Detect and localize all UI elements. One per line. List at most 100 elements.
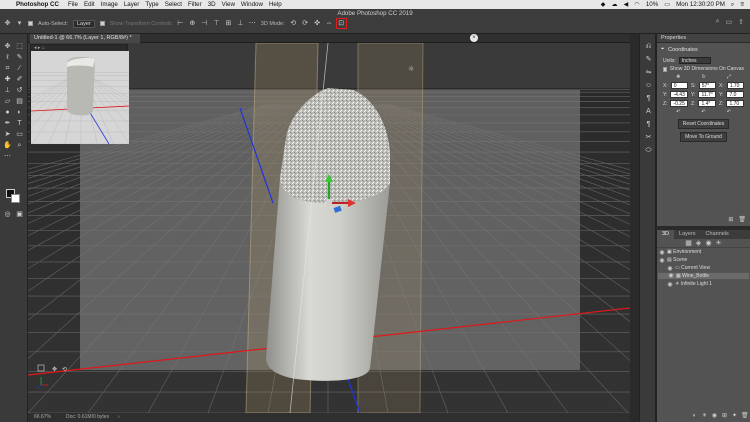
move-to-ground-button[interactable]: Move To Ground	[680, 132, 727, 142]
canvas-area[interactable]: ✥ ⟲ ☼ ◂ ▸ ⌂	[28, 43, 630, 413]
menu-edit[interactable]: Edit	[84, 1, 101, 8]
rot-y-input[interactable]: 11.7°	[698, 91, 716, 98]
tab-layers[interactable]: Layers	[674, 230, 701, 239]
edit-toolbar-icon[interactable]: ⋯	[3, 152, 12, 161]
hand-tool-icon[interactable]: ✋	[3, 141, 12, 150]
align-middle-icon[interactable]: ⊞	[225, 20, 232, 27]
dodge-tool-icon[interactable]: ◐	[15, 108, 24, 117]
background-color-swatch[interactable]	[11, 194, 20, 203]
workspace-icon[interactable]: ▭	[726, 18, 733, 26]
align-right-icon[interactable]: ⊣	[201, 20, 208, 27]
search-icon[interactable]: ⌕	[716, 18, 720, 26]
tab-3d[interactable]: 3D	[657, 230, 675, 239]
clock[interactable]: Mon 12:30:20 PM	[676, 1, 725, 8]
scene-item-scene[interactable]: ◉ ▤ Scene	[657, 256, 750, 264]
marquee-tool-icon[interactable]: ⬚	[15, 42, 24, 51]
align-bottom-icon[interactable]: ⊥	[237, 20, 244, 27]
gradient-tool-icon[interactable]: ▤	[15, 97, 24, 106]
stamp-tool-icon[interactable]: ⊥	[3, 86, 12, 95]
scale-y-input[interactable]: 7.0	[726, 91, 744, 98]
add-light-icon[interactable]: ☀	[701, 413, 708, 420]
quick-mask-icon[interactable]: ◎	[3, 210, 12, 219]
character-icon[interactable]: A	[644, 107, 653, 116]
show3d-checkbox[interactable]	[663, 66, 667, 72]
pos-x-input[interactable]: 0	[670, 82, 688, 89]
filter-materials-icon[interactable]: ◉	[705, 240, 712, 247]
crop-tool-icon[interactable]: ⌗	[3, 64, 12, 73]
status-arrow-icon[interactable]: ›	[118, 413, 120, 422]
shape-tool-icon[interactable]: ▭	[15, 130, 24, 139]
zoom-tool-icon[interactable]: ⌕	[15, 141, 24, 150]
lasso-tool-icon[interactable]: ℓ	[3, 53, 12, 62]
rot-x-input[interactable]: 57°	[698, 82, 716, 89]
menu-file[interactable]: File	[68, 1, 84, 8]
material-icon[interactable]: ◉	[711, 413, 718, 420]
auto-select-dropdown[interactable]: Layer	[72, 19, 95, 28]
3d-materials-icon[interactable]: ⬭	[644, 146, 653, 155]
paragraph-icon[interactable]: ¶	[644, 94, 653, 103]
tab-channels[interactable]: Channels	[701, 230, 734, 239]
document-tab[interactable]: Untitled-1 @ 66.7% (Layer 1, RGB/8#) *	[30, 34, 140, 43]
reset-coordinates-button[interactable]: Reset Coordinates	[677, 119, 730, 129]
close-icon[interactable]: ×	[470, 34, 478, 42]
rot-z-input[interactable]: 1.4°	[698, 100, 716, 107]
trash-icon[interactable]: 🗑	[741, 413, 749, 420]
menu-image[interactable]: Image	[101, 1, 124, 8]
more-options-icon[interactable]: ⋯	[249, 20, 256, 27]
eraser-tool-icon[interactable]: ▱	[3, 97, 12, 106]
menu-app-name[interactable]: Photoshop CC	[16, 1, 68, 8]
eye-icon[interactable]: ◉	[665, 281, 675, 288]
reset-rotation-icon[interactable]: ↶	[701, 109, 705, 115]
move-tool-icon[interactable]: ✥	[3, 42, 12, 51]
volume-icon[interactable]: ◀	[624, 1, 629, 8]
pan-3d-icon[interactable]: ✜	[314, 20, 321, 27]
search-icon[interactable]: ⌕	[731, 1, 734, 9]
share-icon[interactable]: ⇪	[738, 18, 744, 26]
eye-icon[interactable]: ◉	[666, 273, 676, 280]
pos-z-input[interactable]: -0.25	[670, 100, 688, 107]
doc-info[interactable]: Doc: 0.61M/0 bytes	[66, 413, 109, 422]
scene-item-infinite-light[interactable]: ◉ ☀ Infinite Light 1	[657, 280, 750, 288]
screen-mode-icon[interactable]: ▣	[15, 210, 24, 219]
blur-tool-icon[interactable]: ●	[3, 108, 12, 117]
align-left-icon[interactable]: ⊢	[177, 20, 184, 27]
eye-icon[interactable]: ◉	[657, 257, 667, 264]
eyedropper-tool-icon[interactable]: ⁄	[15, 64, 24, 73]
battery-icon[interactable]: ▭	[664, 1, 670, 8]
slide-3d-icon[interactable]: ⇔	[326, 20, 333, 27]
3d-secondary-view[interactable]: ◂ ▸ ⌂	[28, 44, 212, 145]
wifi-icon[interactable]: ◠	[634, 1, 639, 8]
orbit-3d-icon[interactable]: ⟲	[290, 20, 297, 27]
new-layer-icon[interactable]: ⊞	[721, 413, 728, 420]
menu-select[interactable]: Select	[165, 1, 188, 8]
properties-tab[interactable]: Properties	[657, 34, 750, 43]
menu-help[interactable]: Help	[269, 1, 288, 8]
path-select-icon[interactable]: ➤	[3, 130, 12, 139]
scene-item-current-view[interactable]: ◉ ▭ Current View	[657, 264, 750, 272]
fx-icon[interactable]: ✦	[731, 413, 738, 420]
pos-y-input[interactable]: -4.43	[670, 91, 688, 98]
cloud-icon[interactable]: ☁	[611, 1, 617, 8]
person-icon[interactable]: ☺	[644, 81, 653, 90]
eye-icon[interactable]: ◉	[665, 265, 675, 272]
brush-settings-icon[interactable]: ✎	[644, 55, 653, 64]
scale-x-input[interactable]: 1.70	[726, 82, 744, 89]
scene-item-wine-bottle[interactable]: ◉ ▦ Wine_Bottle	[657, 272, 750, 280]
chevron-down-icon[interactable]: ▾	[16, 20, 23, 27]
zoom-level[interactable]: 66.67%	[34, 413, 51, 422]
brush-tool-icon[interactable]: ✐	[15, 75, 24, 84]
menu-view[interactable]: View	[222, 1, 241, 8]
healing-tool-icon[interactable]: ✚	[3, 75, 12, 84]
trash-icon[interactable]: 🗑	[738, 216, 746, 223]
menu-type[interactable]: Type	[145, 1, 164, 8]
type-tool-icon[interactable]: T	[15, 119, 24, 128]
paragraph-styles-icon[interactable]: ¶	[644, 120, 653, 129]
eye-icon[interactable]: ◉	[657, 249, 667, 256]
pen-tool-icon[interactable]: ✒	[3, 119, 12, 128]
new-icon[interactable]: ⊞	[728, 216, 733, 223]
control-center-icon[interactable]: ≡	[740, 1, 744, 8]
filter-lights-icon[interactable]: ☀	[715, 240, 722, 247]
rotate-icon[interactable]: ↻	[701, 74, 705, 80]
roll-3d-icon[interactable]: ⟳	[302, 20, 309, 27]
history-brush-icon[interactable]: ↺	[15, 86, 24, 95]
